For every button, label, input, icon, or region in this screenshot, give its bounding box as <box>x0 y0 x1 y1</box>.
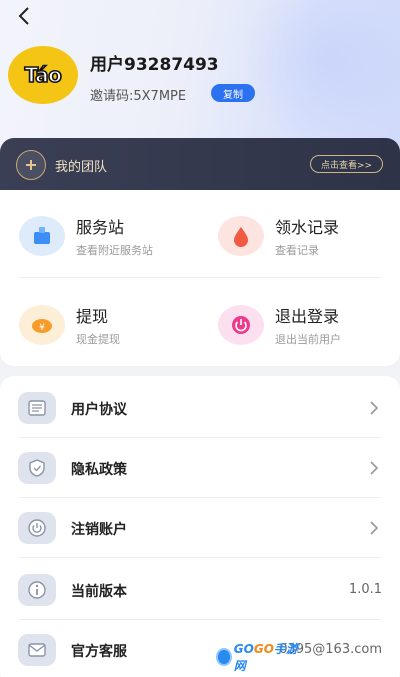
chevron-right-icon <box>370 521 379 535</box>
list-item-delete-account[interactable]: 注销账户 <box>0 498 400 558</box>
list-item-label: 隐私政策 <box>71 462 127 478</box>
team-view-button[interactable]: 点击查看>> <box>310 155 383 173</box>
chevron-right-icon <box>370 461 379 475</box>
water-drop-icon <box>218 216 264 256</box>
copy-button[interactable]: 复制 <box>211 84 255 102</box>
grid-item-title: 退出登录 <box>275 307 340 326</box>
grid-item-withdraw[interactable]: ¥ 提现 现金提现 <box>19 297 199 357</box>
grid-item-service-station[interactable]: 服务站 查看附近服务站 <box>19 208 199 268</box>
invite-code: 邀请码:5X7MPE <box>90 89 187 104</box>
list-divider <box>19 557 381 558</box>
grid-item-water-record[interactable]: 领水记录 查看记录 <box>218 208 398 268</box>
list-item-label: 当前版本 <box>71 584 127 600</box>
grid-item-logout[interactable]: 退出登录 退出当前用户 <box>218 297 398 357</box>
power-icon <box>218 305 264 345</box>
version-value: 1.0.1 <box>348 582 382 597</box>
list-item-label: 用户协议 <box>71 402 127 418</box>
svg-text:¥: ¥ <box>39 323 45 333</box>
document-icon <box>18 392 56 424</box>
power-icon <box>18 512 56 544</box>
grid-item-title: 服务站 <box>76 218 125 237</box>
grid-divider <box>19 277 381 278</box>
info-icon <box>18 574 56 606</box>
back-arrow-icon <box>18 7 29 25</box>
list-item-label: 注销账户 <box>71 522 127 538</box>
grid-item-subtitle: 现金提现 <box>76 333 120 346</box>
watermark-logo-icon <box>216 648 232 666</box>
service-station-icon <box>19 216 65 256</box>
grid-item-subtitle: 查看附近服务站 <box>76 244 153 257</box>
list-item-user-agreement[interactable]: 用户协议 <box>0 378 400 438</box>
mail-icon <box>18 634 56 666</box>
grid-item-title: 提现 <box>76 307 109 326</box>
grid-item-title: 领水记录 <box>275 218 340 237</box>
grid-item-subtitle: 退出当前用户 <box>275 333 341 346</box>
quick-actions-card: 服务站 查看附近服务站 领水记录 查看记录 ¥ 提现 现金提现 退出登录 退出当… <box>0 190 400 366</box>
my-team-bar[interactable]: 我的团队 点击查看>> <box>0 138 400 192</box>
watermark: GOGO手游网 <box>216 642 298 673</box>
team-title: 我的团队 <box>55 160 108 175</box>
back-button[interactable] <box>12 4 36 28</box>
team-plus-icon <box>16 150 46 180</box>
grid-item-subtitle: 查看记录 <box>275 244 319 257</box>
avatar-text: Táo <box>24 62 63 88</box>
list-item-privacy-policy[interactable]: 隐私政策 <box>0 438 400 498</box>
list-item-current-version[interactable]: 当前版本 1.0.1 <box>0 560 400 620</box>
avatar[interactable]: Táo <box>8 46 78 104</box>
username: 用户93287493 <box>90 55 219 75</box>
list-item-customer-service[interactable]: 官方客服 0395@163.com <box>0 620 400 677</box>
settings-list-card: 用户协议 隐私政策 注销账户 当前版本 1.0.1 官方客服 0395@163.… <box>0 376 400 677</box>
chevron-right-icon <box>370 401 379 415</box>
money-bag-icon: ¥ <box>19 305 65 345</box>
watermark-text: GOGO手游网 <box>233 642 298 673</box>
list-item-label: 官方客服 <box>71 644 127 660</box>
shield-icon <box>18 452 56 484</box>
